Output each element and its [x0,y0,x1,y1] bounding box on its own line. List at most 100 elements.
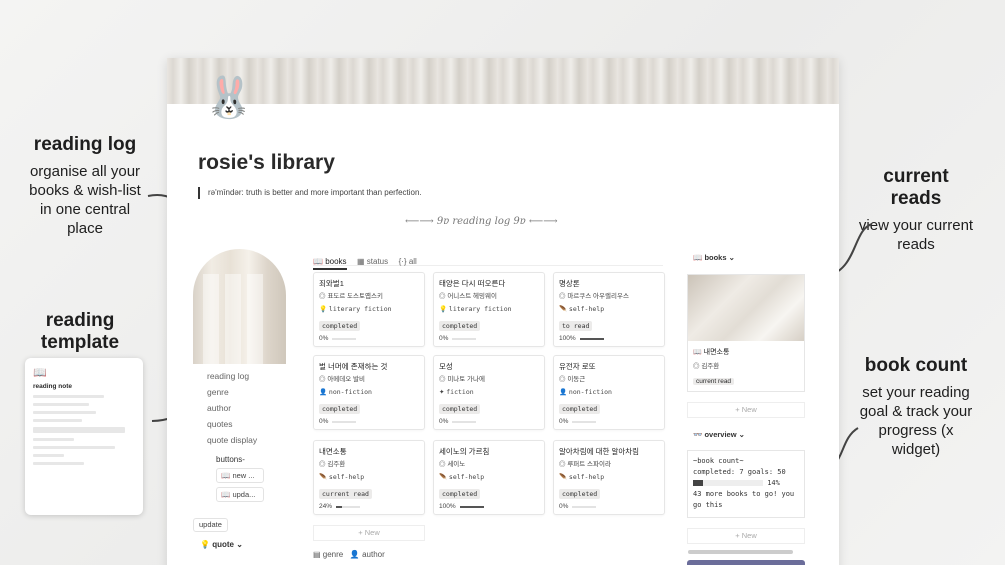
book-genre: ✦ fiction [439,386,539,398]
progress-bar [572,421,597,423]
progress-label: 100% [439,503,456,510]
book-title: 알아차림에 대한 알아차림 [559,447,640,456]
current-read-card[interactable]: 📖 내면소통 ◎ 김주환 current read [687,274,805,392]
book-icon: 📖 [33,367,47,379]
tab-label: all [408,257,417,266]
genre-icon: 🪶 [439,474,448,481]
update-book-button[interactable]: 📖 upda... [216,487,264,502]
annotation-title: book count [864,355,968,376]
author-text: 미나토 가나에 [447,376,485,383]
book-title: 태양은 다시 떠오른다 [439,279,506,288]
annotation-reading-log: reading log organise all your books & wi… [22,134,148,238]
reading-log-divider: ⟵⟶ 9ɐ reading log 9ɐ ⟵⟶ [405,216,558,227]
book-author: ◎ 마르쿠스 아우렐리우스 [559,293,629,300]
book-progress: 100% [439,501,539,513]
author-text: 이동근 [567,376,586,383]
tab-label: status [366,257,389,266]
book-title: 유전자 로또 [559,362,596,371]
book-card[interactable]: 죄와벌1 ◎ 표도르 도스토옙스키 💡 literary fiction comple… [313,272,425,347]
book-title: 모성 [439,362,453,371]
progress-bar [572,506,597,508]
overview-header[interactable]: 👓 overview ⌄ [693,430,745,439]
template-title: reading note [33,383,73,390]
book-author: ◎ 표도르 도스토옙스키 [319,293,383,300]
progress-bar [336,506,361,508]
tab-genre[interactable]: ▤ genre [313,550,343,559]
book-card[interactable]: 세이노의 가르침 ◎ 세이노 🪶 self-help completed 100% [433,440,545,515]
current-read-title: 📖 내면소통 [693,349,730,356]
progress-label: 0% [559,503,569,510]
reminder-quote: rə'mīndər: truth is better and more impo… [198,187,422,199]
widget-completed-line: completed: 7 goals: 50 [693,468,786,476]
new-current-read-row[interactable]: + New [687,402,805,418]
status-badge: to read [559,321,593,331]
widget-progress: 14% [693,478,799,489]
progress-label: 24% [319,503,333,510]
genre-text: fiction [446,388,474,396]
new-book-row[interactable]: + New [313,525,425,541]
tab-books[interactable]: 📖 books [313,256,347,270]
book-genre: 🪶 self-help [559,303,659,315]
book-progress: 0% [559,416,659,428]
author-text: 김주환 [701,363,720,370]
genre-icon: 🪶 [319,474,328,481]
progress-label: 0% [439,335,449,342]
book-progress: 0% [319,416,419,428]
genre-icon: 👤 [319,389,328,396]
progress-bar [459,506,484,508]
new-book-button[interactable]: 📖 new ... [216,468,264,483]
new-overview-row[interactable]: + New [687,528,805,544]
nav-link-author[interactable]: author [207,400,257,416]
tab-status[interactable]: ▦ status [357,256,388,270]
annotation-title: current reads [883,166,949,209]
genre-icon: 💡 [439,306,448,313]
book-author: ◎ 아메데오 발비 [319,376,365,383]
book-progress: 24% [319,501,419,513]
book-card[interactable]: 벌 너머에 존재하는 것 ◎ 아메데오 발비 👤 non-fiction comple… [313,355,425,430]
header-label: overview [704,430,737,439]
progress-label: 14% [767,479,780,487]
progress-bar [579,338,604,340]
annotation-title: reading log [33,134,137,155]
book-count-widget: ~book count~ completed: 7 goals: 50 14% … [687,450,805,518]
progress-bar [452,338,477,340]
bunny-book-icon[interactable]: 🐰 [203,70,255,126]
tab-author[interactable]: 👤 author [350,550,385,559]
book-title: 죄와벌1 [319,279,344,288]
status-badge: completed [439,489,481,499]
book-card[interactable]: 태양은 다시 떠오른다 ◎ 어니스트 헤밍웨이 💡 literary fiction… [433,272,545,347]
book-card[interactable]: 모성 ◎ 미나토 가나에 ✦ fiction completed 0% [433,355,545,430]
right-books-header[interactable]: 📖 books ⌄ [693,253,735,262]
nav-link-quotes[interactable]: quotes [207,416,257,432]
progress-label: 100% [559,335,576,342]
genre-icon: 👤 [559,389,568,396]
quote-toggle[interactable]: 💡 quote ⌄ [200,540,243,549]
tab-label: genre [322,550,344,559]
horizontal-scrollbar[interactable] [688,550,793,554]
buttons-label: buttons- [216,455,245,464]
book-card[interactable]: 알아차림에 대한 알아차림 ◎ 루퍼트 스파이라 🪶 self-help comple… [553,440,665,515]
goal-progress-bar [693,480,763,486]
book-author: ◎ 어니스트 헤밍웨이 [439,293,497,300]
progress-label: 0% [439,418,449,425]
book-author: ◎ 이동근 [559,376,586,383]
progress-bar [332,338,357,340]
tab-all[interactable]: {·} all [399,256,417,270]
nav-link-genre[interactable]: genre [207,384,257,400]
page-title: rosie's library [198,151,335,174]
nav-link-quote-display[interactable]: quote display [207,432,257,448]
button-label: upda... [232,490,256,499]
genre-icon: 🪶 [559,474,568,481]
book-card[interactable]: 명상론 ◎ 마르쿠스 아우렐리우스 🪶 self-help to read 100% [553,272,665,347]
book-card[interactable]: 유전자 로또 ◎ 이동근 👤 non-fiction completed 0% [553,355,665,430]
page-cover [167,58,839,104]
status-badge: current read [693,378,735,385]
update-button[interactable]: update [193,518,228,532]
book-card[interactable]: 내면소통 ◎ 김주환 🪶 self-help current read 24% [313,440,425,515]
book-genre: 👤 non-fiction [559,386,659,398]
arch-books-image [193,249,286,364]
nav-link-reading-log[interactable]: reading log [207,368,257,384]
book-title: 세이노의 가르침 [439,447,490,456]
status-badge: completed [439,404,481,414]
notion-page: 🐰 rosie's library rə'mīndər: truth is be… [167,58,839,565]
